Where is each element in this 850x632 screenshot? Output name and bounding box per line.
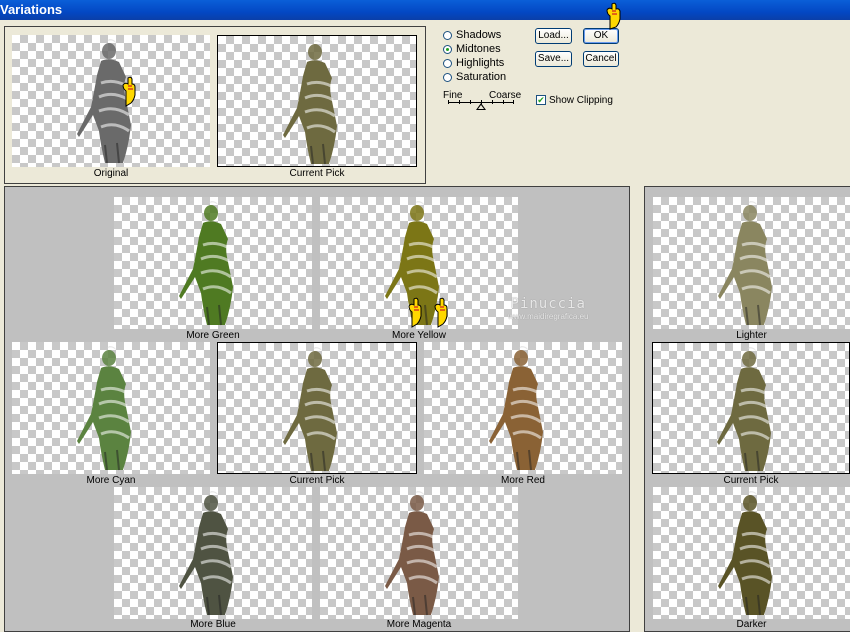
more-blue-caption: More Blue (190, 619, 236, 630)
pointing-hand-icon (434, 297, 448, 328)
radio-shadows[interactable]: Shadows (443, 29, 501, 41)
watermark-site: www.maidiregrafica.eu (508, 312, 589, 321)
statue-figure (717, 491, 772, 616)
more-magenta-thumbnail[interactable] (320, 487, 518, 619)
darker-thumbnail[interactable] (653, 487, 850, 619)
title-bar[interactable]: Variations (0, 0, 850, 20)
pointing-hand-icon (606, 2, 621, 30)
watermark: Pinuccia www.maidiregrafica.eu (508, 296, 588, 321)
statue-figure (179, 201, 233, 326)
more-cyan-caption: More Cyan (86, 475, 136, 486)
radio-saturation[interactable]: Saturation (443, 71, 506, 83)
window-title: Variations (0, 2, 63, 17)
more-green-caption: More Green (186, 330, 240, 341)
statue-figure (385, 491, 439, 616)
radio-button[interactable] (443, 72, 452, 82)
statue-figure (77, 39, 131, 164)
darker-caption: Darker (736, 619, 767, 630)
statue-figure (179, 491, 233, 616)
slider-tick (470, 100, 471, 104)
pointing-hand-icon (122, 76, 136, 107)
more-red-caption: More Red (501, 475, 545, 486)
slider-tick (459, 100, 460, 104)
more-green-thumbnail[interactable] (114, 197, 312, 329)
save-button[interactable]: Save... (535, 51, 572, 67)
lighter-thumbnail[interactable] (653, 197, 850, 329)
statue-figure (489, 346, 543, 471)
center-current-pick-thumbnail[interactable] (217, 342, 417, 474)
center-current-pick-caption: Current Pick (289, 475, 345, 486)
pointing-hand-icon (408, 297, 422, 328)
radio-highlights[interactable]: Highlights (443, 57, 504, 69)
slider-tick (503, 100, 504, 104)
lighter-caption: Lighter (736, 330, 767, 341)
more-cyan-thumbnail[interactable] (12, 342, 210, 474)
show-clipping-label: Show Clipping (549, 95, 613, 106)
radio-label: Highlights (456, 57, 505, 69)
right-current-pick-thumbnail[interactable] (652, 342, 850, 474)
current-pick-thumbnail (217, 35, 417, 167)
slider-tick (513, 100, 514, 104)
radio-button[interactable] (443, 30, 452, 40)
more-yellow-caption: More Yellow (392, 330, 446, 341)
ok-button[interactable]: OK (583, 28, 619, 44)
original-thumbnail (12, 35, 210, 167)
original-caption: Original (93, 168, 129, 179)
statue-figure (717, 347, 771, 472)
load-button[interactable]: Load... (535, 28, 572, 44)
slider-handle[interactable] (476, 103, 486, 110)
statue-figure (717, 201, 772, 326)
watermark-name: Pinuccia (510, 296, 586, 312)
more-magenta-caption: More Magenta (386, 619, 452, 630)
more-blue-thumbnail[interactable] (114, 487, 312, 619)
radio-label: Midtones (456, 43, 501, 55)
check-icon: ✔ (537, 95, 545, 105)
slider-tick (492, 100, 493, 104)
radio-label: Shadows (456, 29, 502, 41)
radio-button[interactable] (443, 58, 452, 68)
current-pick-caption: Current Pick (289, 168, 345, 179)
statue-figure (283, 347, 337, 472)
radio-button[interactable] (443, 44, 452, 54)
right-current-pick-caption: Current Pick (723, 475, 779, 486)
statue-figure (283, 40, 337, 165)
slider-tick (448, 100, 449, 104)
statue-figure (77, 346, 131, 471)
slider-coarse-label: Coarse (489, 90, 522, 101)
radio-midtones[interactable]: Midtones (443, 43, 501, 55)
more-red-thumbnail[interactable] (424, 342, 622, 474)
radio-label: Saturation (456, 71, 507, 83)
show-clipping-checkbox[interactable]: ✔ (536, 95, 546, 105)
cancel-button[interactable]: Cancel (583, 51, 619, 67)
